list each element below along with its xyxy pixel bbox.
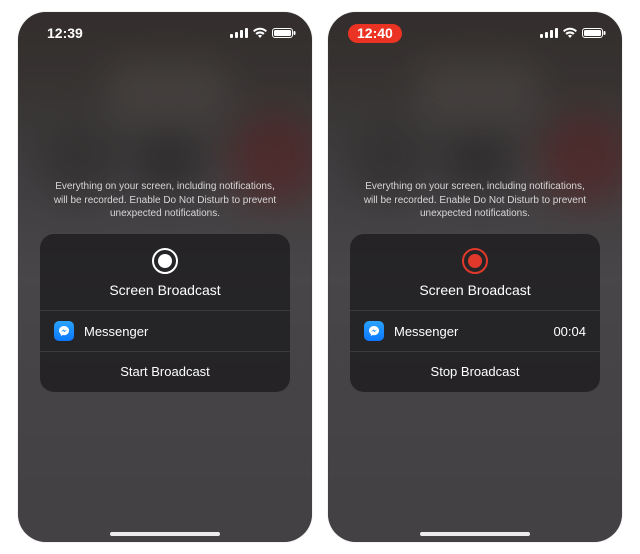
- app-picker-row[interactable]: Messenger 00:04: [350, 311, 600, 351]
- battery-icon: [272, 27, 296, 39]
- cellular-icon: [540, 28, 558, 38]
- status-time-recording-pill[interactable]: 12:40: [348, 24, 402, 43]
- card-header: Screen Broadcast: [40, 234, 290, 310]
- action-label: Stop Broadcast: [431, 364, 520, 379]
- phone-left: 12:39 Everything on your screen, includi…: [18, 12, 312, 542]
- broadcast-card: Screen Broadcast Messenger Start Broadca…: [40, 234, 290, 392]
- record-icon: [462, 248, 488, 274]
- status-bar: 12:39: [18, 12, 312, 48]
- battery-icon: [582, 27, 606, 39]
- app-picker-row[interactable]: Messenger: [40, 311, 290, 351]
- app-label: Messenger: [84, 324, 148, 339]
- broadcast-card: Screen Broadcast Messenger 00:04 Stop Br…: [350, 234, 600, 392]
- status-right: [540, 27, 606, 39]
- home-indicator[interactable]: [420, 532, 530, 536]
- card-title: Screen Broadcast: [419, 282, 530, 298]
- home-indicator[interactable]: [110, 532, 220, 536]
- messenger-icon: [54, 321, 74, 341]
- status-time: 12:39: [38, 24, 92, 43]
- broadcast-timer: 00:04: [553, 324, 586, 339]
- recording-notice: Everything on your screen, including not…: [328, 180, 622, 221]
- recording-notice: Everything on your screen, including not…: [18, 180, 312, 221]
- phone-right: 12:40 Everything on your screen, includi…: [328, 12, 622, 542]
- start-broadcast-button[interactable]: Start Broadcast: [40, 352, 290, 392]
- card-header: Screen Broadcast: [350, 234, 600, 310]
- cellular-icon: [230, 28, 248, 38]
- stop-broadcast-button[interactable]: Stop Broadcast: [350, 352, 600, 392]
- record-icon: [152, 248, 178, 274]
- wifi-icon: [252, 27, 268, 39]
- status-bar: 12:40: [328, 12, 622, 48]
- app-label: Messenger: [394, 324, 458, 339]
- wifi-icon: [562, 27, 578, 39]
- action-label: Start Broadcast: [120, 364, 210, 379]
- card-title: Screen Broadcast: [109, 282, 220, 298]
- status-right: [230, 27, 296, 39]
- messenger-icon: [364, 321, 384, 341]
